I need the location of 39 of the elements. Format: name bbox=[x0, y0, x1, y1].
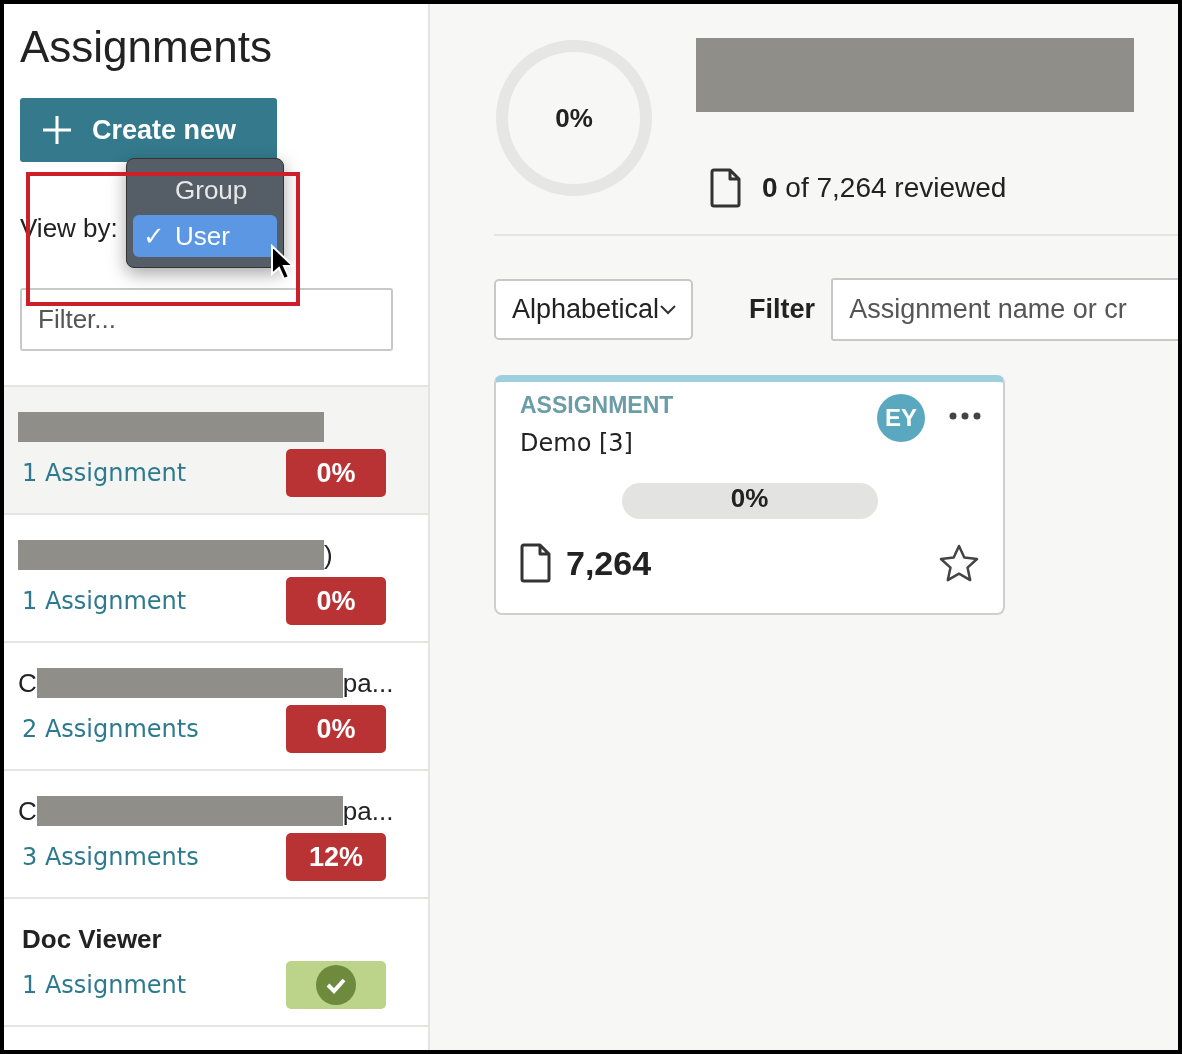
assignment-count-link[interactable]: 1 Assignment bbox=[18, 587, 187, 615]
page-title: Assignments bbox=[20, 22, 273, 72]
assignment-count-link[interactable]: 1 Assignment bbox=[18, 459, 187, 487]
group-name: ) bbox=[324, 539, 333, 571]
assignment-count-link[interactable]: 3 Assignments bbox=[18, 843, 199, 871]
reviewed-count: 0 of 7,264 reviewed bbox=[762, 172, 1007, 204]
plus-icon bbox=[42, 115, 72, 145]
group-item[interactable]: 1 Assignment 0% bbox=[4, 387, 428, 515]
user-avatar: EY bbox=[877, 394, 925, 442]
group-name: Doc Viewer bbox=[22, 923, 162, 955]
filter-field[interactable]: Filter... bbox=[20, 288, 393, 351]
document-icon bbox=[520, 543, 552, 583]
assignment-card[interactable]: ASSIGNMENT Demo [3] EY 0% 7,264 bbox=[494, 375, 1005, 615]
assignment-count-link[interactable]: 1 Assignment bbox=[18, 971, 187, 999]
more-icon[interactable] bbox=[949, 412, 981, 420]
star-icon[interactable] bbox=[939, 544, 979, 582]
assignment-count-link[interactable]: 2 Assignments bbox=[18, 715, 199, 743]
group-name: C bbox=[18, 795, 37, 827]
progress-percent: 0% bbox=[555, 102, 593, 134]
percent-badge: 12% bbox=[286, 833, 386, 881]
chevron-down-icon bbox=[659, 303, 678, 316]
group-name: pa... bbox=[342, 667, 394, 699]
percent-badge: 0% bbox=[286, 449, 386, 497]
card-type: ASSIGNMENT bbox=[520, 392, 674, 419]
percent-badge: 0% bbox=[286, 705, 386, 753]
assignment-filter-field[interactable]: Assignment name or cr bbox=[831, 278, 1178, 341]
group-name: C bbox=[18, 667, 37, 699]
assignment-name: Demo [3] bbox=[520, 429, 634, 457]
document-count: 7,264 bbox=[566, 543, 652, 583]
filter-label: Filter bbox=[749, 294, 816, 325]
check-icon bbox=[316, 965, 356, 1005]
sort-dropdown[interactable]: Alphabetical bbox=[494, 279, 694, 340]
menu-option[interactable]: Group bbox=[133, 169, 277, 211]
percent-badge: 0% bbox=[286, 577, 386, 625]
document-icon bbox=[710, 168, 742, 208]
create-new-button[interactable]: Create new bbox=[20, 98, 277, 162]
progress-bar: 0% bbox=[621, 483, 878, 519]
menu-option[interactable]: ✓ User bbox=[133, 215, 277, 257]
group-name: pa... bbox=[342, 795, 394, 827]
